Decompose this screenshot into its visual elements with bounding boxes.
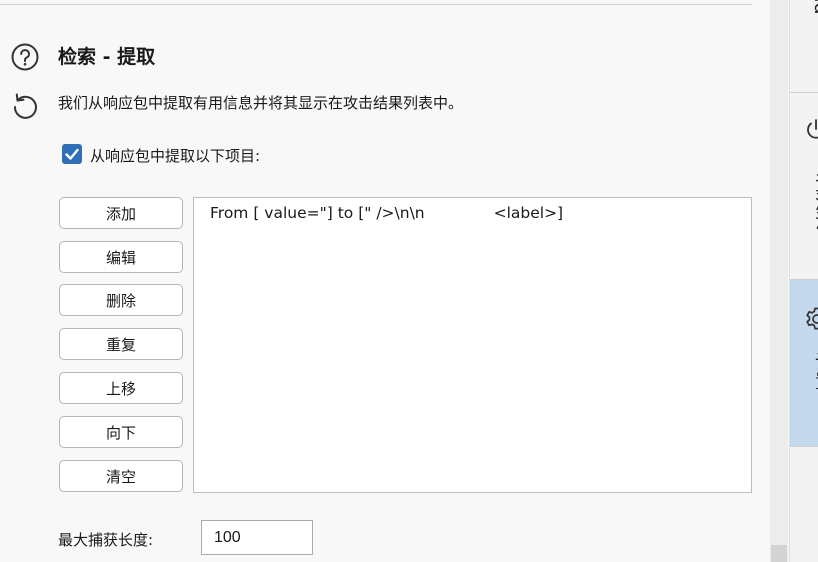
side-tab-load[interactable]: load (790, 0, 818, 92)
side-tab-resource-pool-label: 资源池 (812, 173, 818, 230)
top-divider (0, 4, 752, 5)
section-title: 检索 - 提取 (58, 46, 156, 68)
max-capture-label: 最大捕获长度: (58, 531, 154, 549)
side-tab-divider (790, 446, 818, 447)
clear-button[interactable]: 清空 (59, 460, 183, 492)
gear-icon (806, 307, 818, 330)
scrollbar-thumb[interactable] (771, 545, 787, 562)
move-up-button[interactable]: 上移 (59, 372, 183, 404)
extract-checkbox[interactable] (62, 144, 82, 164)
extract-items-list[interactable]: From [ value="] to [" />\n\n <label>] (193, 197, 752, 493)
side-tab-resource-pool[interactable]: 资源池 (790, 93, 818, 279)
side-tab-bar: load 资源池 设置 (789, 0, 818, 562)
checkmark-icon (65, 148, 79, 160)
duplicate-button[interactable]: 重复 (59, 328, 183, 360)
max-capture-input[interactable] (201, 520, 313, 555)
add-button[interactable]: 添加 (59, 197, 183, 229)
delete-button[interactable]: 删除 (59, 284, 183, 316)
vertical-scrollbar[interactable] (770, 0, 788, 562)
list-item[interactable]: From [ value="] to [" />\n\n <label>] (210, 204, 563, 222)
reset-icon[interactable] (10, 90, 40, 120)
side-tab-settings[interactable]: 设置 (790, 280, 818, 446)
move-down-button[interactable]: 向下 (59, 416, 183, 448)
side-tab-settings-label: 设置 (812, 352, 818, 390)
extract-checkbox-label[interactable]: 从响应包中提取以下项目: (90, 145, 260, 166)
power-icon (807, 119, 818, 139)
edit-button[interactable]: 编辑 (59, 241, 183, 273)
side-tab-load-label: load (810, 0, 818, 15)
help-icon[interactable] (10, 42, 40, 72)
section-description: 我们从响应包中提取有用信息并将其显示在攻击结果列表中。 (58, 94, 464, 112)
